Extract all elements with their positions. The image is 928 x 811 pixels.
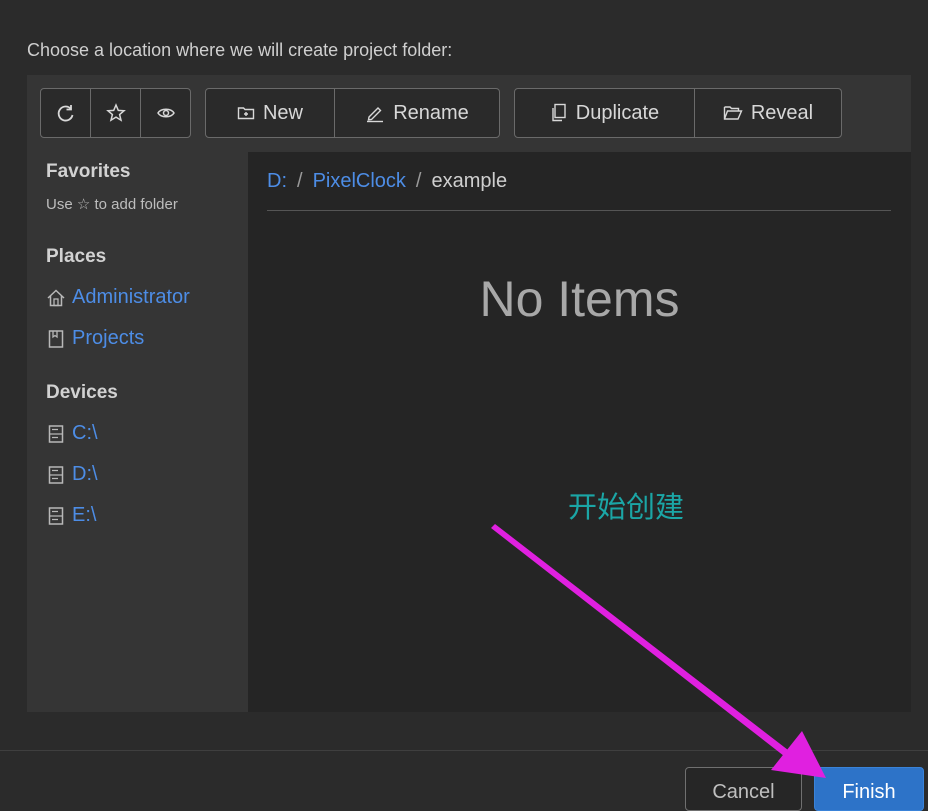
bookmark-icon bbox=[46, 329, 66, 349]
home-icon bbox=[46, 288, 66, 308]
reveal-label: Reveal bbox=[750, 101, 814, 124]
pencil-icon bbox=[365, 103, 385, 123]
new-folder-icon bbox=[237, 104, 255, 122]
sidebar-item-label: Administrator bbox=[72, 286, 190, 308]
breadcrumb-separator: / bbox=[415, 170, 422, 192]
breadcrumb-separator: / bbox=[297, 170, 303, 192]
drive-icon bbox=[46, 465, 66, 485]
refresh-button[interactable] bbox=[41, 89, 91, 137]
breadcrumb-parent[interactable]: PixelClock bbox=[313, 170, 406, 193]
rename-button[interactable]: Rename bbox=[335, 89, 499, 137]
sidebar-item-label: D:\ bbox=[72, 463, 98, 485]
breadcrumb-current: example bbox=[431, 170, 508, 192]
folder-view: D: / PixelClock / example No Items bbox=[248, 152, 911, 712]
finish-button[interactable]: Finish bbox=[814, 767, 924, 811]
sidebar-item-label: Projects bbox=[72, 327, 145, 349]
breadcrumb-root[interactable]: D: bbox=[267, 170, 287, 193]
favorites-heading: Favorites bbox=[46, 161, 131, 182]
duplicate-button[interactable]: Duplicate bbox=[515, 89, 695, 137]
new-folder-button[interactable]: New bbox=[206, 89, 335, 137]
add-favorite-button[interactable] bbox=[91, 89, 141, 137]
drive-icon bbox=[46, 424, 66, 444]
file-browser-panel: New Rename Duplicate Reveal Favorites Us… bbox=[27, 75, 911, 712]
sidebar-item-label: E:\ bbox=[72, 504, 97, 526]
favorites-hint: Use ☆ to add folder bbox=[46, 196, 178, 213]
sidebar-item-projects[interactable]: Projects bbox=[46, 327, 144, 350]
open-folder-icon bbox=[723, 104, 743, 122]
eye-icon bbox=[156, 103, 176, 123]
sidebar-item-label: C:\ bbox=[72, 422, 98, 444]
breadcrumb-divider bbox=[267, 210, 891, 211]
cancel-button[interactable]: Cancel bbox=[685, 767, 802, 811]
rename-label: Rename bbox=[393, 101, 469, 124]
sidebar-item-drive-d[interactable]: D:\ bbox=[46, 463, 98, 486]
sidebar: Favorites Use ☆ to add folder Places Adm… bbox=[27, 152, 248, 712]
annotation-text: 开始创建 bbox=[568, 490, 685, 524]
breadcrumb: D: / PixelClock / example bbox=[267, 170, 507, 193]
places-heading: Places bbox=[46, 246, 107, 267]
sidebar-item-drive-c[interactable]: C:\ bbox=[46, 422, 98, 445]
new-label: New bbox=[262, 101, 303, 124]
file-toolbar: Duplicate Reveal bbox=[514, 88, 842, 138]
sidebar-item-drive-e[interactable]: E:\ bbox=[46, 504, 96, 527]
star-icon bbox=[105, 103, 126, 123]
refresh-icon bbox=[56, 103, 76, 123]
footer-divider bbox=[0, 750, 928, 751]
dialog-prompt: Choose a location where we will create p… bbox=[27, 40, 453, 60]
duplicate-label: Duplicate bbox=[575, 101, 660, 124]
reveal-button[interactable]: Reveal bbox=[695, 89, 841, 137]
drive-icon bbox=[46, 506, 66, 526]
toggle-hidden-button[interactable] bbox=[141, 89, 190, 137]
sidebar-item-administrator[interactable]: Administrator bbox=[46, 286, 190, 309]
copy-icon bbox=[550, 103, 568, 123]
edit-toolbar: New Rename bbox=[205, 88, 500, 138]
empty-state-text: No Items bbox=[479, 271, 680, 327]
devices-heading: Devices bbox=[46, 382, 118, 403]
view-toolbar bbox=[40, 88, 191, 138]
